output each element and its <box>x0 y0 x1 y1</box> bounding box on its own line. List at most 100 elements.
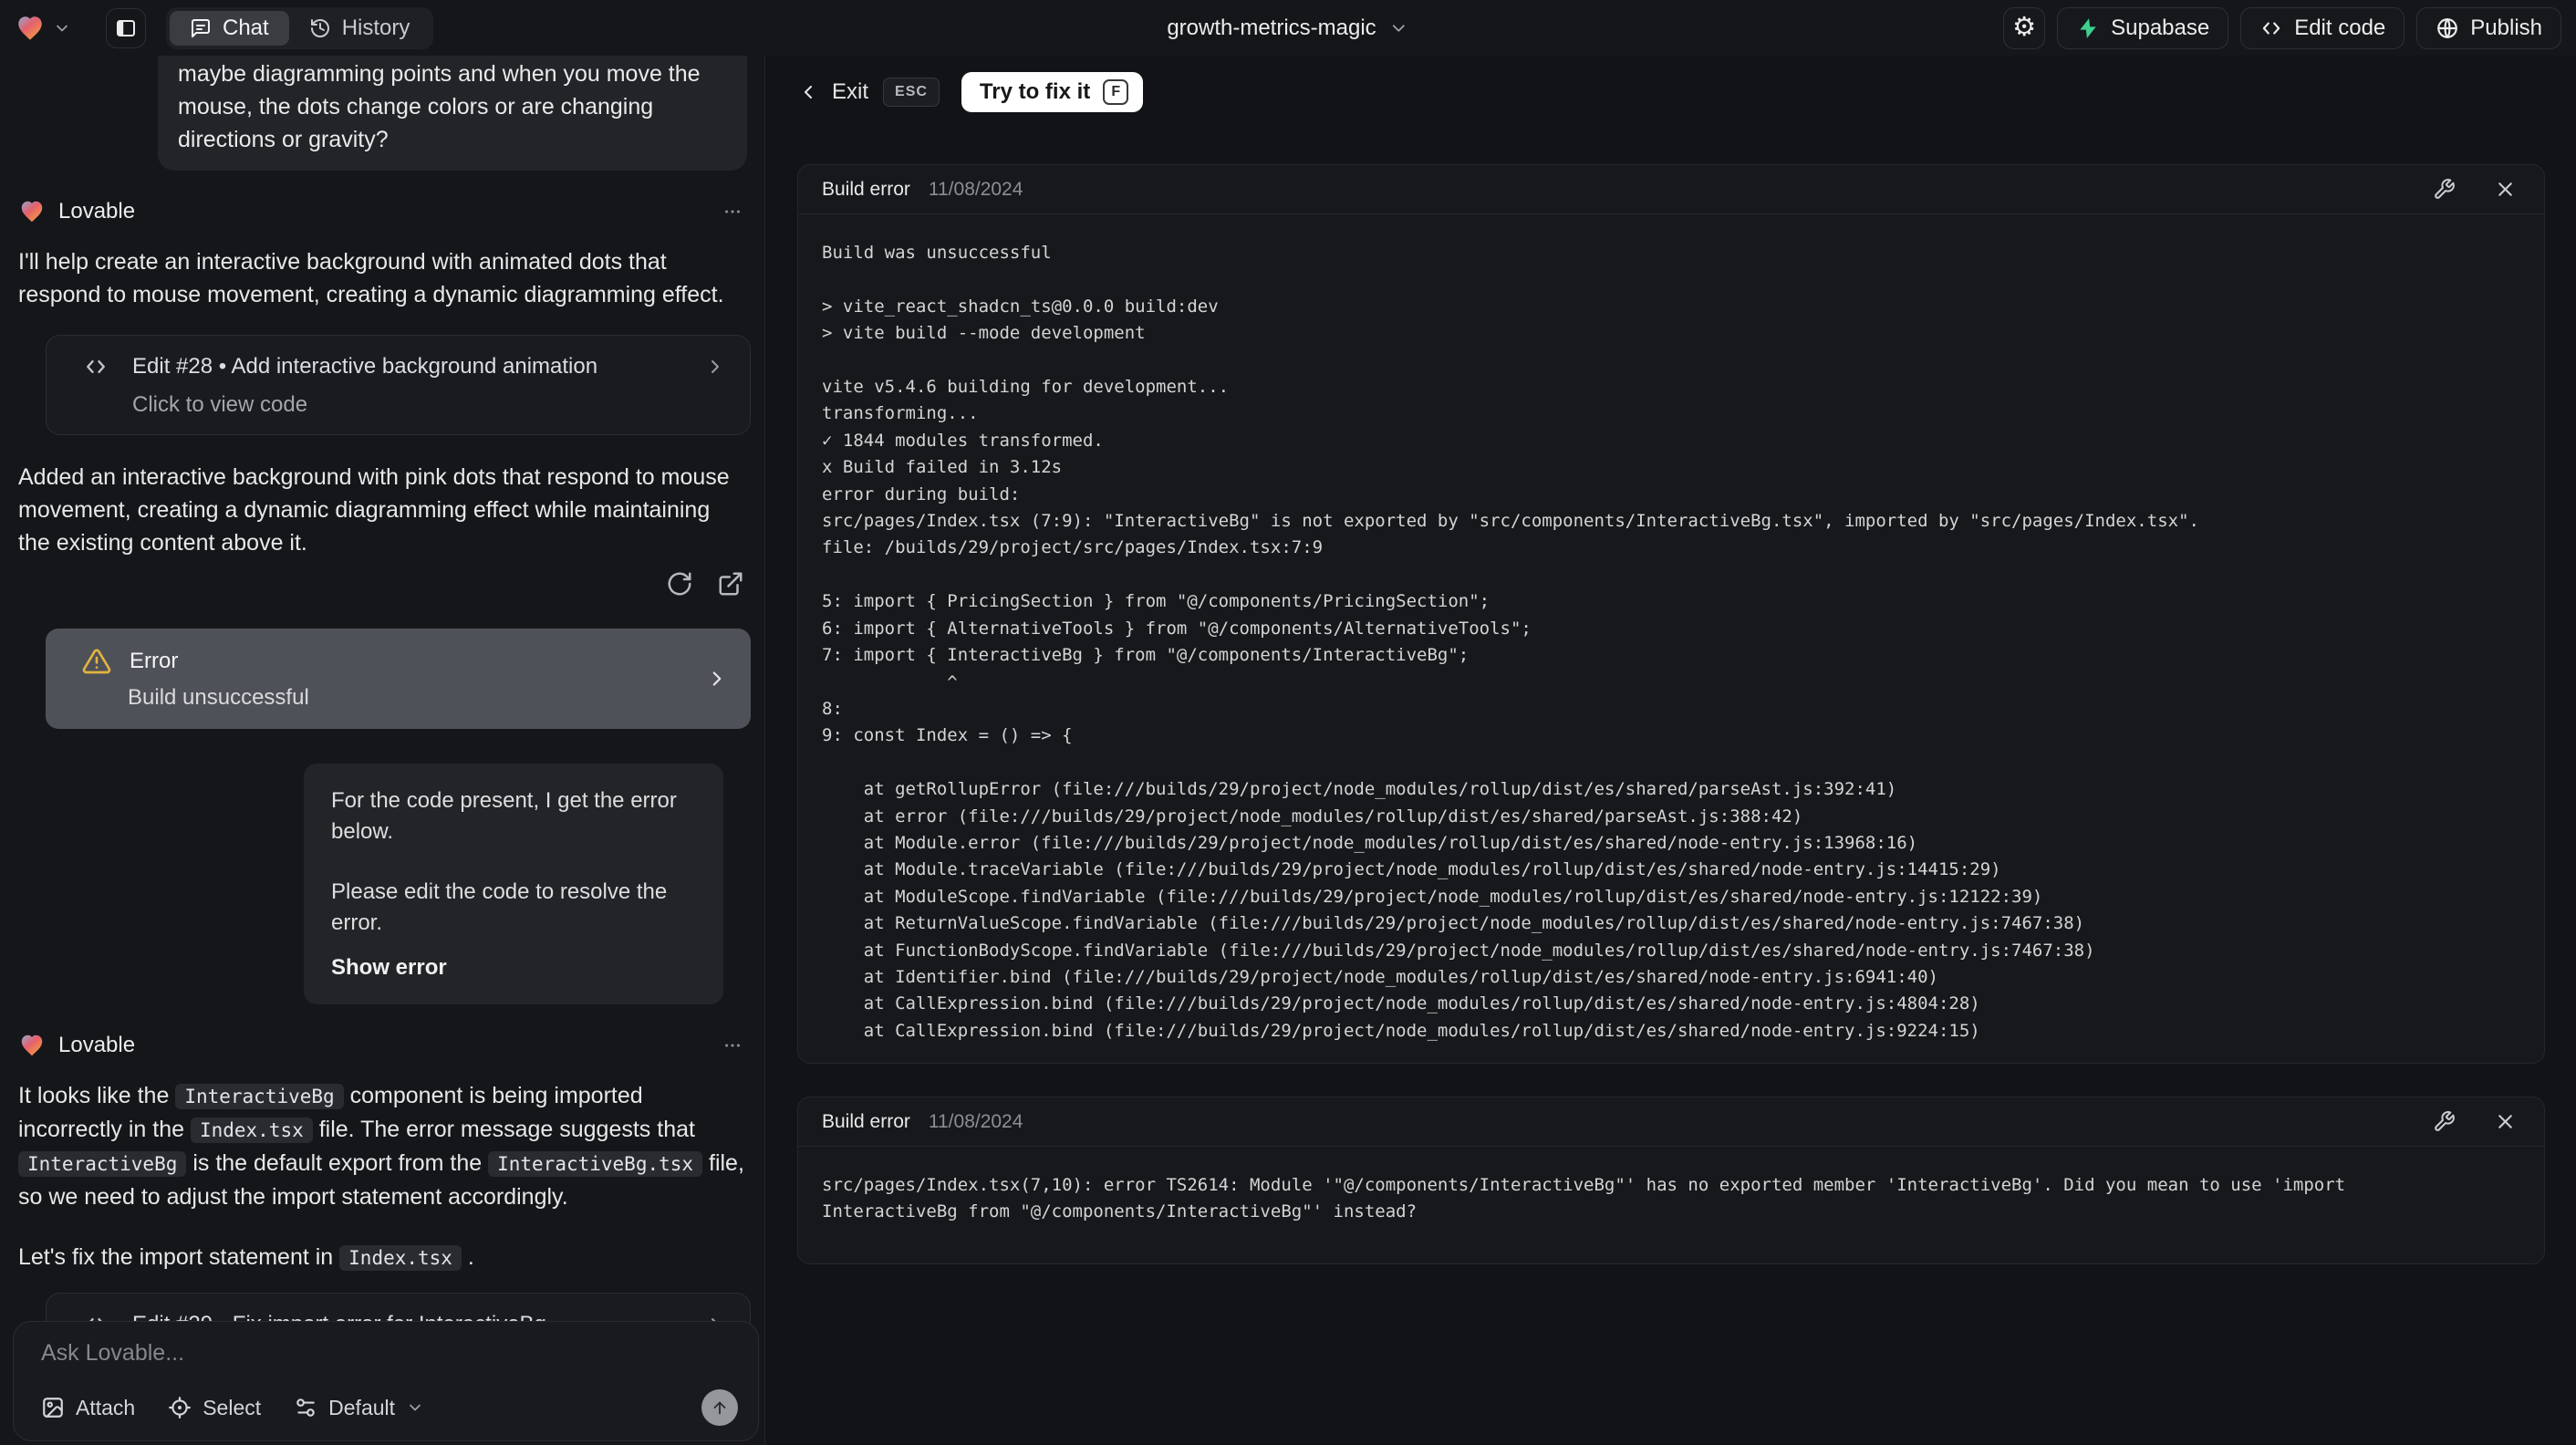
build-error-card[interactable]: Error Build unsuccessful <box>46 629 751 729</box>
chevron-left-icon <box>805 86 812 99</box>
project-name: growth-metrics-magic <box>1167 15 1376 40</box>
chevron-down-icon <box>1393 24 1406 32</box>
panel-header: Build error 11/08/2024 <box>798 1097 2544 1147</box>
panel-date: 11/08/2024 <box>928 178 1023 200</box>
assistant-intro-text: I'll help create an interactive backgrou… <box>18 249 724 307</box>
user-message: maybe diagramming points and when you mo… <box>158 56 747 171</box>
code-icon <box>2262 22 2280 34</box>
assistant-name: Lovable <box>58 1033 136 1057</box>
lovable-logo-icon <box>18 16 42 40</box>
preview-panel: Exit ESC Try to fix it F Build error 11/… <box>765 56 2576 1445</box>
show-error-button[interactable]: Show error <box>331 955 696 981</box>
exit-button[interactable]: Exit <box>797 79 868 105</box>
mode-dropdown[interactable]: Default <box>294 1396 424 1420</box>
panel-body: src/pages/Index.tsx(7,10): error TS2614:… <box>798 1147 2544 1226</box>
assistant-closing-text: Let's fix the import statement in Index.… <box>18 1244 474 1271</box>
assistant-name: Lovable <box>58 199 136 224</box>
select-button[interactable]: Select <box>168 1396 261 1420</box>
panel-title: Build error <box>822 178 910 200</box>
chevron-right-icon <box>712 360 719 373</box>
send-button[interactable] <box>701 1389 738 1426</box>
message-actions <box>18 570 746 598</box>
publish-label: Publish <box>2470 15 2542 40</box>
fix-button-label: Try to fix it <box>979 79 1091 104</box>
panel-date: 11/08/2024 <box>928 1110 1023 1132</box>
panel-left-icon <box>117 19 135 36</box>
assistant-analysis-text: It looks like the InteractiveBg componen… <box>18 1083 744 1210</box>
close-icon[interactable] <box>2494 178 2517 201</box>
inline-code: Index.tsx <box>339 1245 462 1271</box>
globe-icon <box>2437 17 2458 38</box>
supabase-button[interactable]: Supabase <box>2057 6 2229 49</box>
error-helper-card: For the code present, I get the error be… <box>304 764 723 1004</box>
panel-actions <box>2433 178 2517 201</box>
more-options-icon[interactable] <box>722 200 746 224</box>
edit-code-button[interactable]: Edit code <box>2240 6 2405 49</box>
mode-label: Default <box>328 1395 396 1419</box>
build-error-panel-2: Build error 11/08/2024 src/pages/Index.t… <box>797 1097 2545 1264</box>
esc-keycap: ESC <box>883 78 940 107</box>
chat-input[interactable] <box>41 1340 738 1389</box>
assistant-result-text: Added an interactive background with pin… <box>18 464 730 556</box>
image-icon <box>43 1398 63 1418</box>
attach-button[interactable]: Attach <box>41 1396 135 1420</box>
tab-history-label: History <box>341 15 410 40</box>
project-dropdown[interactable]: growth-metrics-magic <box>1167 16 1408 41</box>
supabase-bolt-icon <box>2080 17 2096 38</box>
build-log: src/pages/Index.tsx(7,10): error TS2614:… <box>822 1175 2346 1222</box>
chevron-down-icon <box>57 25 68 31</box>
tab-history[interactable]: History <box>289 11 431 46</box>
open-external-icon[interactable] <box>717 570 744 598</box>
warning-triangle-icon <box>82 649 111 674</box>
topbar: Chat History growth-metrics-magic ⚙ Supa… <box>0 0 2576 56</box>
gear-icon: ⚙ <box>2012 13 2037 42</box>
chat-input-box: Attach Select Default <box>13 1321 759 1441</box>
panel-title: Build error <box>822 1110 910 1132</box>
supabase-label: Supabase <box>2111 15 2210 40</box>
more-options-icon[interactable] <box>722 1034 746 1057</box>
helper-line-2: Please edit the code to resolve the erro… <box>331 879 668 935</box>
workspace-menu[interactable] <box>15 13 71 44</box>
assistant-message-header: Lovable <box>18 1032 746 1059</box>
retry-icon[interactable] <box>666 570 693 598</box>
publish-button[interactable]: Publish <box>2416 6 2561 49</box>
try-to-fix-button[interactable]: Try to fix it F <box>961 72 1144 112</box>
code-icon <box>87 360 105 373</box>
chat-bubble-icon <box>192 18 210 37</box>
error-mode-header: Exit ESC Try to fix it F <box>797 72 1144 112</box>
panel-body: Build was unsuccessful > vite_react_shad… <box>798 214 2544 1045</box>
error-card-subtitle: Build unsuccessful <box>128 685 309 710</box>
exit-label: Exit <box>832 79 869 104</box>
tab-chat-label: Chat <box>223 15 269 40</box>
chat-input-actions: Attach Select Default <box>41 1389 738 1426</box>
wrench-icon[interactable] <box>2433 1110 2456 1133</box>
inline-code: InteractiveBg <box>175 1084 344 1109</box>
panel-header: Build error 11/08/2024 <box>798 165 2544 214</box>
main-area: maybe diagramming points and when you mo… <box>0 56 2576 1445</box>
assistant-message-header: Lovable <box>18 198 746 225</box>
edit-card-title: Edit #28 • Add interactive background an… <box>132 354 598 379</box>
lovable-avatar <box>21 201 43 223</box>
helper-line-1: For the code present, I get the error be… <box>331 788 677 844</box>
f-keycap: F <box>1103 79 1129 105</box>
close-icon[interactable] <box>2494 1110 2517 1133</box>
tab-chat[interactable]: Chat <box>170 10 289 46</box>
wrench-icon[interactable] <box>2433 178 2456 201</box>
edit-card-28[interactable]: Edit #28 • Add interactive background an… <box>46 335 751 435</box>
chat-scroll-area[interactable]: maybe diagramming points and when you mo… <box>0 56 764 1445</box>
history-icon <box>310 18 329 37</box>
sliders-icon <box>296 1398 315 1417</box>
inline-code: InteractiveBg <box>18 1151 187 1177</box>
chevron-down-icon <box>410 1404 421 1411</box>
panel-actions <box>2433 1110 2517 1133</box>
select-label: Select <box>203 1395 262 1419</box>
chevron-right-icon <box>712 671 722 686</box>
sidebar-toggle-button[interactable] <box>106 7 146 48</box>
arrow-up-icon <box>713 1401 726 1415</box>
error-card-title: Error <box>130 649 179 673</box>
view-switcher: Chat History <box>166 6 434 49</box>
build-error-panel-1: Build error 11/08/2024 Build was unsucce… <box>797 164 2545 1064</box>
settings-button[interactable]: ⚙ <box>2003 6 2046 49</box>
lovable-avatar <box>21 1034 43 1056</box>
build-log: Build was unsuccessful > vite_react_shad… <box>822 243 2199 1041</box>
